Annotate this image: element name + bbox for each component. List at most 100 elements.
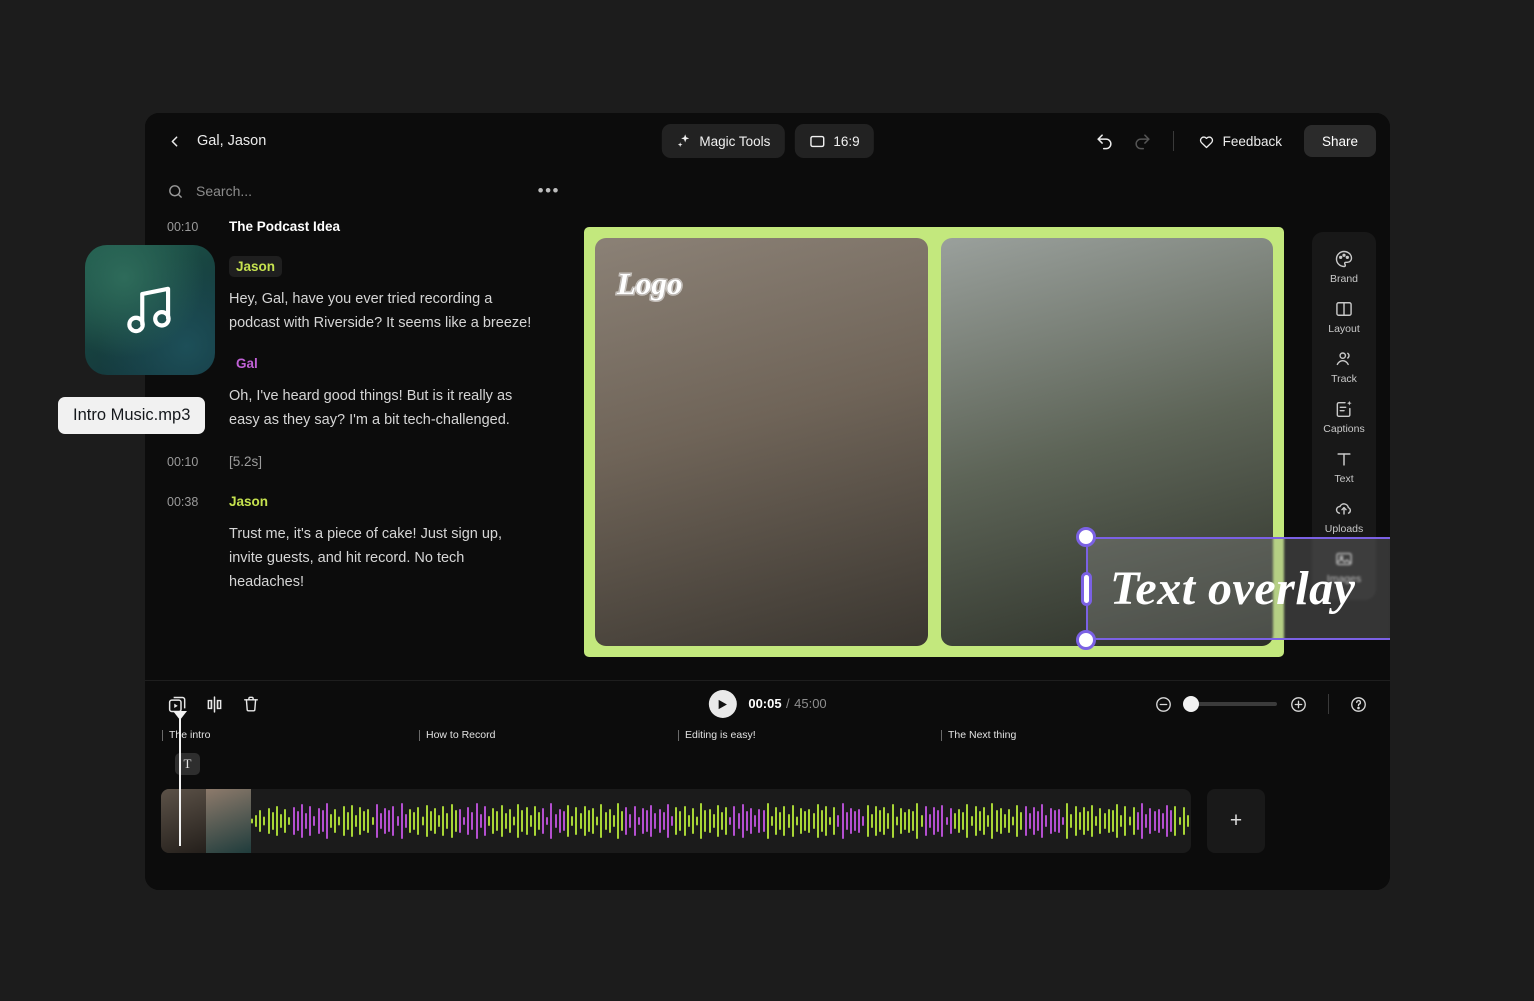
- help-button[interactable]: [1349, 695, 1368, 714]
- chapter-marker[interactable]: Editing is easy!: [685, 729, 756, 741]
- transcript-block[interactable]: Gal Oh, I've heard good things! But is i…: [167, 353, 560, 432]
- tool-label: Track: [1331, 373, 1357, 385]
- drag-preview[interactable]: Intro Music.mp3: [85, 245, 215, 375]
- people-icon: [1334, 349, 1354, 369]
- aspect-ratio-button[interactable]: 16:9: [794, 124, 873, 158]
- trash-button[interactable]: [241, 694, 261, 714]
- tool-label: Captions: [1323, 423, 1364, 435]
- search-input[interactable]: Search...: [196, 183, 526, 199]
- tool-label: Layout: [1328, 323, 1360, 335]
- split-clip-button[interactable]: [204, 694, 225, 715]
- resize-handle-bottom-left[interactable]: [1076, 630, 1096, 650]
- chapter-marker-label: The Next thing: [948, 729, 1016, 741]
- timeline-zoom-controls: [1154, 694, 1368, 714]
- transcript-chapter-heading: 00:10 The Podcast Idea: [167, 219, 560, 234]
- chapter-marker[interactable]: How to Record: [426, 729, 495, 741]
- tool-label: Uploads: [1325, 523, 1364, 535]
- timeline-toolbar: 00:05 / 45:00: [145, 681, 1390, 727]
- share-button[interactable]: Share: [1304, 125, 1376, 157]
- gap-duration: [5.2s]: [229, 454, 262, 469]
- transcript-text[interactable]: Oh, I've heard good things! But is it re…: [229, 384, 539, 432]
- current-time: 00:05: [748, 696, 781, 711]
- magic-tools-label: Magic Tools: [699, 134, 770, 149]
- audio-file-tile[interactable]: [85, 245, 215, 375]
- captions-sparkle-icon: [1334, 399, 1354, 419]
- chapter-marker[interactable]: The intro: [169, 729, 210, 741]
- tool-uploads[interactable]: Uploads: [1315, 492, 1373, 540]
- chapter-title: The Podcast Idea: [229, 219, 340, 234]
- zoom-in-button[interactable]: [1289, 695, 1308, 714]
- palette-icon: [1334, 249, 1354, 269]
- play-icon: [717, 699, 728, 710]
- transcript-search-row: Search... •••: [145, 169, 582, 213]
- upload-cloud-icon: [1334, 499, 1354, 519]
- top-bar: Gal, Jason Magic Tools 16:9 Feedback: [145, 113, 1390, 169]
- feedback-button[interactable]: Feedback: [1188, 125, 1292, 157]
- transcript-block[interactable]: Jason Hey, Gal, have you ever tried reco…: [167, 256, 560, 335]
- gap-timestamp: 00:10: [167, 455, 207, 469]
- resize-handle-left[interactable]: [1081, 572, 1092, 606]
- music-note-icon: [119, 279, 181, 341]
- project-title: Gal, Jason: [197, 133, 266, 149]
- transcript-text[interactable]: Hey, Gal, have you ever tried recording …: [229, 287, 539, 335]
- zoom-out-button[interactable]: [1154, 695, 1173, 714]
- tool-layout[interactable]: Layout: [1315, 292, 1373, 340]
- speaker-label[interactable]: Gal: [229, 353, 265, 374]
- search-icon: [167, 183, 184, 200]
- timeline-panel: 00:05 / 45:00 The intro How to Record Ed…: [145, 680, 1390, 890]
- add-track-button[interactable]: +: [1207, 789, 1265, 853]
- chapter-marker-label: The intro: [169, 729, 210, 741]
- top-center-controls: Magic Tools 16:9: [661, 124, 873, 158]
- timeline-ruler[interactable]: The intro How to Record Editing is easy!…: [161, 727, 1374, 753]
- zoom-slider[interactable]: [1185, 702, 1277, 706]
- back-button[interactable]: [159, 126, 189, 156]
- play-button[interactable]: [708, 690, 736, 718]
- magic-tools-button[interactable]: Magic Tools: [661, 124, 784, 158]
- time-separator: /: [786, 696, 790, 711]
- sparkles-icon: [675, 133, 691, 149]
- undo-button[interactable]: [1089, 125, 1121, 157]
- text-t-icon: [1334, 449, 1354, 469]
- zoom-slider-knob[interactable]: [1183, 696, 1199, 712]
- tool-captions[interactable]: Captions: [1315, 392, 1373, 440]
- tool-brand[interactable]: Brand: [1315, 242, 1373, 290]
- tool-track[interactable]: Track: [1315, 342, 1373, 390]
- zoom-divider: [1328, 694, 1329, 714]
- tool-text[interactable]: Text: [1315, 442, 1373, 490]
- block-timestamp: 00:38: [167, 495, 207, 509]
- frame-icon: [808, 133, 825, 150]
- participant-tile-gal[interactable]: Logo: [595, 238, 928, 646]
- toolbar-divider: [1173, 131, 1174, 151]
- total-time: 45:00: [794, 696, 827, 711]
- text-overlay-selection[interactable]: Text overlay: [1086, 537, 1390, 640]
- speaker-label[interactable]: Jason: [229, 491, 275, 512]
- playback-controls: 00:05 / 45:00: [708, 690, 826, 718]
- tool-label: Brand: [1330, 273, 1358, 285]
- media-track: +: [161, 789, 1374, 853]
- resize-handle-top-left[interactable]: [1076, 527, 1096, 547]
- redo-button[interactable]: [1127, 125, 1159, 157]
- logo-watermark: Logo: [617, 266, 682, 302]
- share-label: Share: [1322, 134, 1358, 149]
- transcript-block[interactable]: 00:38 Jason Trust me, it's a piece of ca…: [167, 491, 560, 594]
- redo-icon: [1133, 132, 1152, 151]
- av-clip[interactable]: [161, 789, 1191, 853]
- chevron-left-icon: [166, 133, 183, 150]
- clip-thumbnail-jason: [161, 789, 206, 853]
- text-overlay-label[interactable]: Text overlay: [1110, 561, 1355, 616]
- chapter-marker-label: How to Record: [426, 729, 495, 741]
- drag-file-label: Intro Music.mp3: [58, 397, 205, 434]
- chapter-marker[interactable]: The Next thing: [948, 729, 1016, 741]
- chapter-marker-label: Editing is easy!: [685, 729, 756, 741]
- chapter-timestamp: 00:10: [167, 220, 207, 234]
- playhead[interactable]: [179, 718, 181, 846]
- heart-icon: [1198, 133, 1215, 150]
- transcript-text[interactable]: Trust me, it's a piece of cake! Just sig…: [229, 522, 539, 594]
- aspect-ratio-label: 16:9: [833, 134, 859, 149]
- undo-icon: [1095, 132, 1114, 151]
- text-overlay-box[interactable]: Text overlay: [1086, 537, 1390, 640]
- top-right-controls: Feedback Share: [1089, 125, 1376, 157]
- editor-window: Gal, Jason Magic Tools 16:9 Feedback: [145, 113, 1390, 890]
- speaker-label[interactable]: Jason: [229, 256, 282, 277]
- transcript-more-button[interactable]: •••: [538, 181, 560, 201]
